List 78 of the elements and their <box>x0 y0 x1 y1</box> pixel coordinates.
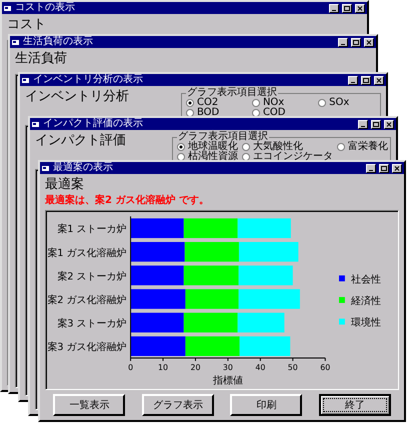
category-label: 案2 ガス化溶融炉 <box>48 294 127 306</box>
close-icon <box>386 122 392 126</box>
result-message: 最適案は、案2 ガス化溶融炉 です。 <box>45 194 210 208</box>
window-title: 生活負荷の表示 <box>23 36 94 48</box>
maximize-button[interactable] <box>361 76 371 84</box>
minimize-button[interactable] <box>338 38 348 46</box>
category-label: 案2 ストーカ炉 <box>57 271 127 282</box>
close-icon <box>394 166 400 170</box>
close-button[interactable] <box>374 76 384 84</box>
maximize-icon <box>381 166 387 170</box>
window-heading: コスト <box>7 16 47 34</box>
close-button[interactable] <box>392 164 402 172</box>
option-label: 地球温暖化 <box>188 142 238 152</box>
option-label: BOD <box>197 108 220 118</box>
window-title: 最適案の表示 <box>53 162 114 174</box>
radio-button[interactable] <box>242 143 250 151</box>
dialog-button[interactable]: 終了 <box>318 394 391 416</box>
window-heading: 最適案 <box>45 176 85 194</box>
radio-button[interactable] <box>177 143 185 151</box>
close-button[interactable] <box>364 38 374 46</box>
dialog-button[interactable]: 一覧表示 <box>53 394 126 416</box>
window-heading: インパクト評価 <box>35 132 127 150</box>
maximize-button[interactable] <box>342 4 352 12</box>
maximize-icon <box>373 122 379 126</box>
tick-label: 50 <box>288 362 298 372</box>
radio-button[interactable] <box>186 109 194 117</box>
option-label: SOx <box>329 98 350 108</box>
tick-label: 20 <box>190 362 200 372</box>
tick-label: 0 <box>128 362 134 372</box>
maximize-button[interactable] <box>371 120 381 128</box>
minimize-button[interactable] <box>358 120 368 128</box>
close-button[interactable] <box>355 4 365 12</box>
option-label: NOx <box>262 98 284 108</box>
radio-button[interactable] <box>252 109 260 117</box>
group-label: グラフ表示項目選択 <box>177 132 268 142</box>
legend-label: 経済性 <box>350 296 381 307</box>
option-label: エコインジケータ <box>253 152 333 162</box>
minimize-button[interactable] <box>348 76 358 84</box>
window-heading: インベントリ分析 <box>25 88 130 106</box>
tick-label: 30 <box>222 362 233 372</box>
tick-label: 60 <box>320 362 330 372</box>
group-label: グラフ表示項目選択 <box>186 88 277 98</box>
close-icon <box>366 40 372 44</box>
window-heading: 生活負荷 <box>15 50 68 68</box>
close-icon <box>376 78 382 82</box>
minimize-button[interactable] <box>329 4 339 12</box>
radio-button[interactable] <box>186 99 194 107</box>
legend-label: 環境性 <box>350 318 381 329</box>
radio-button[interactable] <box>242 153 250 161</box>
option-label: 大気酸性化 <box>253 142 303 152</box>
category-label: 案1 ガス化溶融炉 <box>48 248 127 259</box>
option-label: CO2 <box>197 98 218 108</box>
close-button[interactable] <box>384 120 394 128</box>
category-label: 案3 ストーカ炉 <box>57 318 127 330</box>
minimize-button[interactable] <box>366 164 376 172</box>
axis-title: 指標値 <box>212 376 243 387</box>
maximize-button[interactable] <box>351 38 361 46</box>
maximize-icon <box>353 40 359 44</box>
window-title: コストの表示 <box>15 2 76 14</box>
maximize-icon <box>344 6 350 10</box>
category-label: 案1 ストーカ炉 <box>57 224 127 236</box>
close-icon <box>357 6 363 10</box>
tick-label: 40 <box>255 362 266 372</box>
legend-label: 社会性 <box>350 274 381 286</box>
category-label: 案3 ガス化溶融炉 <box>48 342 127 354</box>
maximize-button[interactable] <box>379 164 389 172</box>
radio-button[interactable] <box>337 143 345 151</box>
option-label: COD <box>262 108 286 118</box>
window-title: インベントリ分析の表示 <box>33 74 144 86</box>
dialog-button[interactable]: グラフ表示 <box>142 394 214 416</box>
maximize-icon <box>363 78 369 82</box>
dialog-button[interactable]: 印刷 <box>230 394 302 416</box>
tick-label: 10 <box>158 362 168 372</box>
radio-button[interactable] <box>318 99 326 107</box>
option-label: 富栄養化 <box>348 142 388 152</box>
window-title: インパクト評価の表示 <box>43 118 144 130</box>
radio-button[interactable] <box>252 99 260 107</box>
radio-button[interactable] <box>177 153 185 161</box>
